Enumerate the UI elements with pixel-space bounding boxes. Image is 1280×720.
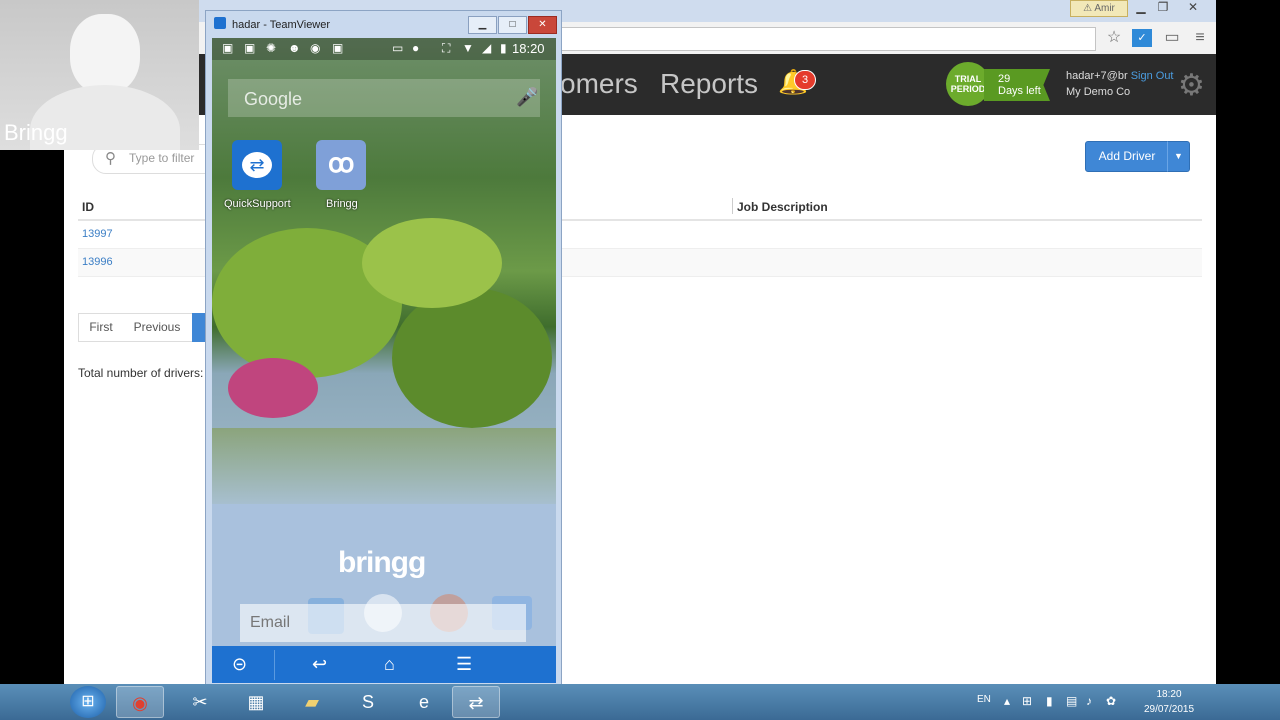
app-label-bringg: Bringg bbox=[326, 198, 358, 210]
clock-date[interactable]: 29/07/2015 bbox=[1140, 704, 1198, 715]
teamviewer-title: hadar - TeamViewer bbox=[232, 19, 331, 31]
column-header-id[interactable]: ID bbox=[82, 200, 94, 214]
wifi-icon: ▼ bbox=[462, 41, 474, 55]
menu-icon[interactable]: ≡ bbox=[1190, 29, 1210, 47]
user-email: hadar+7@br Sign Out bbox=[1066, 70, 1174, 82]
restore-button[interactable]: ❐ bbox=[1152, 0, 1174, 15]
tv-close-button[interactable]: ✕ bbox=[528, 16, 557, 34]
total-drivers-label: Total number of drivers: bbox=[78, 366, 204, 380]
skype-icon[interactable]: S bbox=[344, 686, 392, 718]
nav-reports[interactable]: Reports bbox=[660, 68, 758, 100]
webcam-overlay: Bringg bbox=[0, 0, 199, 150]
close-button[interactable]: ✕ bbox=[1182, 0, 1204, 15]
battery-icon: ▮ bbox=[500, 41, 507, 55]
tray-expand-icon[interactable]: ▴ bbox=[1004, 694, 1010, 708]
google-search-bar[interactable]: Google 🎤 bbox=[228, 79, 540, 117]
search-icon: ⚲ bbox=[105, 150, 116, 167]
teamviewer-taskbar-icon[interactable]: ⇄ bbox=[452, 686, 500, 718]
column-header-job-description[interactable]: Job Description bbox=[737, 200, 828, 214]
eye-icon: ◉ bbox=[310, 41, 321, 55]
battery-icon[interactable]: ▮ bbox=[1046, 694, 1053, 708]
bringg-app-icon[interactable]: ꝏ bbox=[316, 140, 366, 190]
notification-badge: 3 bbox=[794, 70, 816, 90]
notification-icon: ☻ bbox=[288, 41, 301, 55]
apps-grid-icon[interactable]: ▦ bbox=[232, 686, 280, 718]
tv-maximize-button[interactable]: □ bbox=[498, 16, 527, 34]
trial-badge: TRIAL PERIOD bbox=[946, 62, 990, 106]
phone-screen[interactable]: ▣ ▣ ✺ ☻ ◉ ▣ ▭ ● ⛶ ▼ ◢ ▮ 18:20 Google 🎤 ⇄… bbox=[212, 38, 556, 683]
sign-out-link[interactable]: Sign Out bbox=[1131, 70, 1174, 82]
cast-icon: ▭ bbox=[392, 41, 404, 55]
teamviewer-icon[interactable]: ⊝ bbox=[232, 654, 247, 675]
warning-icon: ⚠ bbox=[1083, 3, 1093, 14]
quicksupport-app-icon[interactable]: ⇄ bbox=[232, 140, 282, 190]
android-statusbar: ▣ ▣ ✺ ☻ ◉ ▣ ▭ ● ⛶ ▼ ◢ ▮ 18:20 bbox=[212, 38, 556, 60]
recent-apps-icon[interactable]: ☰ bbox=[456, 654, 472, 675]
gear-icon[interactable]: ⚙ bbox=[1178, 68, 1205, 103]
column-divider bbox=[732, 198, 733, 214]
internet-explorer-icon[interactable]: e bbox=[400, 686, 448, 718]
bush bbox=[392, 288, 552, 428]
add-driver-button[interactable]: Add Driver bbox=[1085, 141, 1169, 172]
divider bbox=[274, 650, 275, 680]
notification-icon: ▣ bbox=[332, 41, 344, 55]
bush bbox=[228, 358, 318, 418]
snipping-tool-icon[interactable]: ✂ bbox=[176, 686, 224, 718]
bringg-logo-icon: ꝏ bbox=[328, 148, 355, 178]
signal-icon: ◢ bbox=[482, 41, 492, 55]
webcam-figure-head bbox=[70, 14, 140, 94]
chrome-taskbar-icon[interactable]: ◉ bbox=[116, 686, 164, 718]
company-name: My Demo Co bbox=[1066, 86, 1131, 98]
nav-customers[interactable]: omers bbox=[560, 68, 638, 100]
notification-icon: ▣ bbox=[222, 41, 234, 55]
app-label-quicksupport: QuickSupport bbox=[224, 198, 291, 210]
teamviewer-icon bbox=[214, 17, 226, 29]
bookmark-star-icon[interactable]: ☆ bbox=[1104, 29, 1124, 47]
tv-minimize-button[interactable]: ▁ bbox=[468, 16, 497, 34]
webcam-label: Bringg bbox=[4, 120, 68, 145]
bringg-logo: bringg bbox=[338, 546, 426, 579]
profile-badge[interactable]: ⚠ Amir bbox=[1070, 0, 1128, 17]
back-icon[interactable]: ↩ bbox=[312, 654, 327, 675]
email-field[interactable]: Email bbox=[240, 604, 526, 642]
network-icon[interactable]: ▤ bbox=[1066, 694, 1077, 708]
pond bbox=[212, 428, 556, 504]
location-icon: ● bbox=[412, 41, 420, 55]
pagination-first[interactable]: First bbox=[78, 313, 124, 342]
notification-icon: ▣ bbox=[244, 41, 256, 55]
chevron-down-icon[interactable]: ▼ bbox=[1167, 141, 1190, 172]
tray-app-icon[interactable]: ✿ bbox=[1106, 694, 1116, 708]
android-navbar: ⊝ ↩ ⌂ ☰ bbox=[212, 646, 556, 683]
windows-icon[interactable]: ⊞ bbox=[1022, 694, 1032, 708]
pagination-previous[interactable]: Previous bbox=[122, 313, 193, 342]
folder-icon[interactable]: ▰ bbox=[288, 686, 336, 718]
start-button[interactable]: ⊞ bbox=[70, 686, 106, 718]
driver-id-link[interactable]: 13996 bbox=[82, 256, 113, 268]
settings-icon: ✺ bbox=[266, 41, 277, 55]
minimize-button[interactable]: ▁ bbox=[1130, 0, 1152, 15]
volume-icon[interactable]: ♪ bbox=[1086, 694, 1092, 708]
extension-icon[interactable]: ✓ bbox=[1132, 29, 1152, 47]
driver-id-link[interactable]: 13997 bbox=[82, 228, 113, 240]
arrow-icon: ⇄ bbox=[242, 152, 272, 178]
teamviewer-window: hadar - TeamViewer ▁ □ ✕ ▣ ▣ ✺ ☻ ◉ ▣ ▭ ●… bbox=[205, 10, 562, 685]
phone-clock: 18:20 bbox=[512, 41, 545, 56]
language-indicator[interactable]: EN bbox=[977, 694, 991, 705]
cast-icon[interactable]: ▭ bbox=[1162, 29, 1182, 47]
clock-time[interactable]: 18:20 bbox=[1140, 689, 1198, 700]
expand-icon: ⛶ bbox=[442, 41, 451, 55]
trial-days-flag: 29 Days left bbox=[984, 69, 1050, 101]
windows-taskbar: ⊞ ◉ ✂ ▦ ▰ S e ⇄ EN ▴ ⊞ ▮ ▤ ♪ ✿ 18:20 29/… bbox=[0, 684, 1280, 720]
microphone-icon[interactable]: 🎤 bbox=[516, 87, 538, 108]
bush bbox=[362, 218, 502, 308]
home-icon[interactable]: ⌂ bbox=[384, 654, 395, 675]
bringg-launch-overlay: bringg Email bbox=[212, 504, 556, 646]
